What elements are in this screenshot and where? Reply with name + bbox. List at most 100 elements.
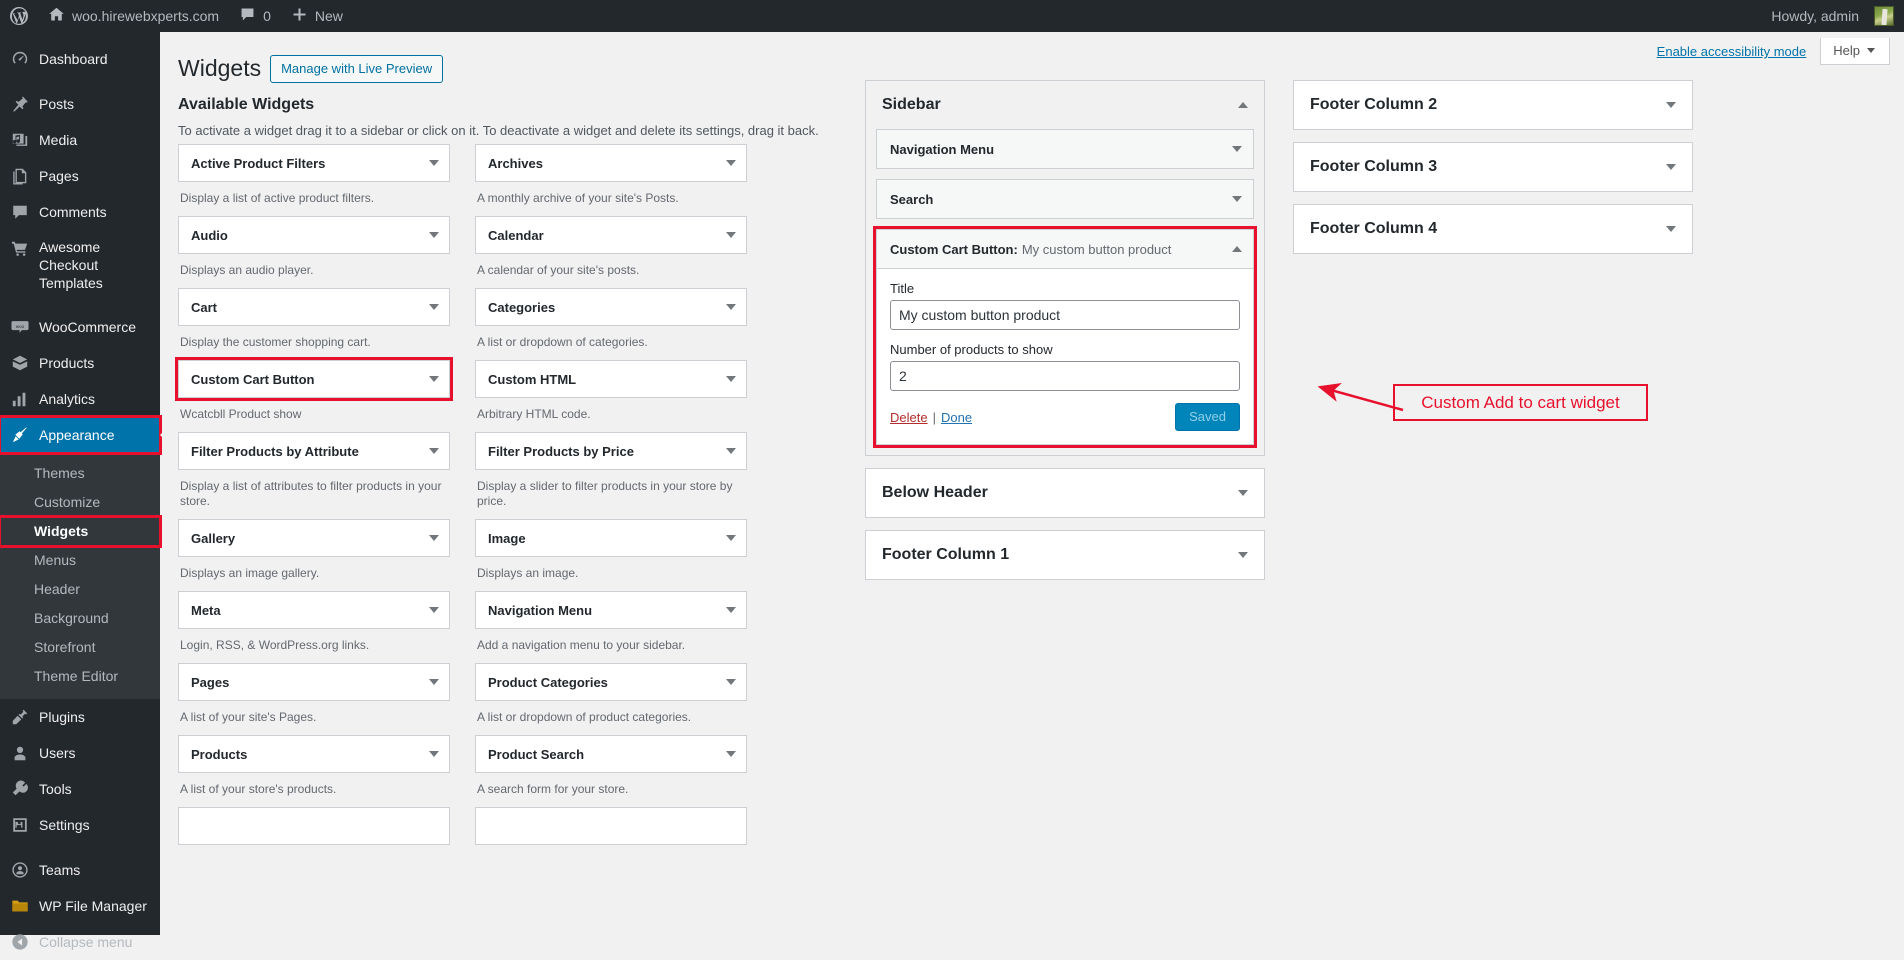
howdy-label: Howdy, admin [1771,8,1859,24]
chevron-down-icon[interactable] [429,160,439,166]
chevron-down-icon[interactable] [429,304,439,310]
widget-header[interactable] [475,807,747,845]
sidebar-panel-header[interactable]: Below Header [866,469,1264,517]
widget-header[interactable]: Archives [475,144,747,182]
comments-button[interactable]: 0 [229,0,281,32]
chevron-up-icon[interactable] [1232,246,1242,252]
sidebar-item-pages[interactable]: Pages [0,158,160,194]
chevron-down-icon[interactable] [429,679,439,685]
sidebar-item-wp-file-manager[interactable]: WP File Manager [0,888,160,924]
my-account-button[interactable]: Howdy, admin [1761,0,1894,32]
sidebar-panel-header[interactable]: Footer Column 2 [1294,81,1692,129]
chevron-down-icon[interactable] [726,448,736,454]
delete-link[interactable]: Delete [890,410,928,425]
products-count-field[interactable] [890,361,1240,391]
sidebar-item-woocommerce[interactable]: woo WooCommerce [0,309,160,345]
sidebar-item-analytics[interactable]: Analytics [0,381,160,417]
sidebar-item-awesome-checkout-templates[interactable]: Awesome Checkout Templates [0,230,160,300]
widget-header[interactable]: Navigation Menu [475,591,747,629]
widget-header[interactable]: Audio [178,216,450,254]
site-name-button[interactable]: woo.hirewebxperts.com [38,0,229,32]
widget-header[interactable]: Cart [178,288,450,326]
widget-header[interactable]: Calendar [475,216,747,254]
new-content-button[interactable]: New [281,0,353,32]
sidebar-item-appearance[interactable]: Appearance [0,415,168,455]
widget-header[interactable]: Custom HTML [475,360,747,398]
sidebar-subitem-menus[interactable]: Menus [0,546,160,575]
chevron-down-icon[interactable] [726,160,736,166]
widget-header[interactable]: Categories [475,288,747,326]
widget-header[interactable]: Pages [178,663,450,701]
sidebar-subitem-header[interactable]: Header [0,575,160,604]
sidebar-item-media[interactable]: Media [0,122,160,158]
chevron-down-icon[interactable] [429,607,439,613]
chevron-down-icon[interactable] [1232,196,1242,202]
chevron-down-icon[interactable] [429,376,439,382]
manage-with-live-preview-button[interactable]: Manage with Live Preview [270,54,444,83]
sidebar-item-dashboard[interactable]: Dashboard [0,41,160,77]
widget-header[interactable]: Filter Products by Price [475,432,747,470]
chevron-down-icon[interactable] [429,751,439,757]
sidebar-panel-header[interactable]: Sidebar [866,81,1264,129]
link-separator: | [932,409,936,425]
chevron-down-icon[interactable] [726,751,736,757]
widget-header[interactable]: Product Categories [475,663,747,701]
title-field[interactable] [890,300,1240,330]
sidebar-panel-header[interactable]: Footer Column 3 [1294,143,1692,191]
chevron-down-icon[interactable] [726,304,736,310]
done-link[interactable]: Done [941,410,972,425]
sidebar-item-plugins[interactable]: Plugins [0,699,160,735]
sidebar-subitem-widgets[interactable]: Widgets [0,515,162,548]
chevron-up-icon[interactable] [1238,102,1248,108]
sidebar-subitem-customize[interactable]: Customize [0,488,160,517]
widget-header[interactable]: Gallery [178,519,450,557]
widget-description: Displays an image. [477,566,579,580]
widget-header[interactable]: Image [475,519,747,557]
products-box-icon [10,353,30,373]
chevron-down-icon[interactable] [726,607,736,613]
sidebar-item-tools[interactable]: Tools [0,771,160,807]
chevron-down-icon[interactable] [726,679,736,685]
sidebar-item-posts[interactable]: Posts [0,86,160,122]
sidebar-item-settings[interactable]: Settings [0,807,160,843]
widget-header[interactable]: Meta [178,591,450,629]
widget-header[interactable]: Custom Cart Button [175,357,453,401]
sidebar-panel-header[interactable]: Footer Column 1 [866,531,1264,579]
sidebar-panel-header[interactable]: Footer Column 4 [1294,205,1692,253]
sidebar-subitem-theme-editor[interactable]: Theme Editor [0,662,160,691]
chevron-down-icon[interactable] [1666,164,1676,170]
chevron-down-icon[interactable] [726,232,736,238]
sidebar-item-products[interactable]: Products [0,345,160,381]
widget-header[interactable]: Active Product Filters [178,144,450,182]
chevron-down-icon[interactable] [1238,490,1248,496]
sidebar-subitem-background[interactable]: Background [0,604,160,633]
assigned-widget-header[interactable]: Search [877,180,1253,218]
sidebar-item-users[interactable]: Users [0,735,160,771]
sidebar-item-label: Dashboard [39,51,108,67]
chevron-down-icon[interactable] [429,535,439,541]
widget-header[interactable] [178,807,450,845]
enable-accessibility-mode-link[interactable]: Enable accessibility mode [1657,44,1807,59]
collapse-menu-button[interactable]: Collapse menu [0,924,160,960]
chevron-down-icon[interactable] [1238,552,1248,558]
widget-header[interactable]: Filter Products by Attribute [178,432,450,470]
chevron-down-icon[interactable] [726,535,736,541]
sidebar-item-teams[interactable]: Teams [0,852,160,888]
widget-header[interactable]: Product Search [475,735,747,773]
chevron-down-icon[interactable] [429,232,439,238]
plug-icon [10,707,30,727]
chevron-down-icon[interactable] [726,376,736,382]
save-button[interactable]: Saved [1175,403,1240,431]
assigned-widget-header[interactable]: Custom Cart Button: My custom button pro… [877,230,1253,268]
help-tab-button[interactable]: Help [1820,38,1890,65]
chevron-down-icon[interactable] [1232,146,1242,152]
chevron-down-icon[interactable] [429,448,439,454]
chevron-down-icon[interactable] [1666,102,1676,108]
sidebar-item-comments[interactable]: Comments [0,194,160,230]
wordpress-logo-button[interactable] [0,0,38,32]
sidebar-subitem-storefront[interactable]: Storefront [0,633,160,662]
sidebar-subitem-themes[interactable]: Themes [0,459,160,488]
chevron-down-icon[interactable] [1666,226,1676,232]
widget-header[interactable]: Products [178,735,450,773]
assigned-widget-header[interactable]: Navigation Menu [877,130,1253,168]
